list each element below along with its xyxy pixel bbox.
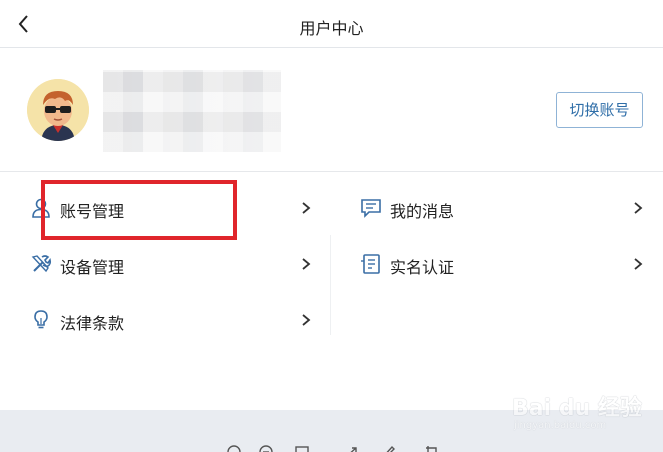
- toolbar-pen-icon[interactable]: [380, 444, 396, 452]
- chevron-right-icon: [634, 202, 643, 214]
- tools-icon: [31, 255, 52, 273]
- menu-item-real-name-verification[interactable]: 实名认证: [360, 243, 645, 287]
- lightbulb-icon: [34, 310, 48, 329]
- id-card-icon: [361, 254, 380, 274]
- menu-label: 法律条款: [60, 314, 125, 333]
- menu-item-device-management[interactable]: 设备管理: [30, 243, 315, 287]
- profile-section: 切换账号: [0, 48, 663, 172]
- chevron-right-icon: [634, 258, 643, 270]
- watermark-sub-text: jingyan.baidu.com: [514, 420, 607, 431]
- chevron-right-icon: [302, 314, 311, 326]
- menu-item-legal-terms[interactable]: 法律条款: [30, 299, 315, 343]
- avatar[interactable]: [27, 79, 89, 141]
- menu-item-my-messages[interactable]: 我的消息: [360, 187, 645, 231]
- blurred-account-info: [103, 70, 281, 152]
- menu-label: 实名认证: [390, 258, 455, 277]
- highlight-box: [41, 180, 237, 240]
- toolbar-share-icon[interactable]: [344, 444, 360, 452]
- page-title: 用户中心: [299, 19, 364, 38]
- message-icon: [361, 199, 381, 218]
- toolbar-crop-icon[interactable]: [424, 444, 440, 452]
- menu-label: 设备管理: [60, 258, 125, 277]
- toolbar-circle-icon[interactable]: [226, 444, 242, 452]
- watermark-main-text: Bai du 经验: [512, 396, 642, 421]
- baidu-jingyan-watermark: Bai du 经验 jingyan.baidu.com: [508, 380, 658, 440]
- header-bar: 用户中心: [0, 0, 663, 48]
- avatar-sunglasses-icon: [27, 79, 89, 141]
- chevron-right-icon: [302, 202, 311, 214]
- column-divider: [330, 235, 331, 335]
- toolbar-minus-circle-icon[interactable]: [258, 444, 274, 452]
- switch-account-button[interactable]: 切换账号: [556, 92, 643, 128]
- toolbar-window-icon[interactable]: [294, 444, 310, 452]
- chevron-right-icon: [302, 258, 311, 270]
- menu-label: 我的消息: [390, 202, 455, 221]
